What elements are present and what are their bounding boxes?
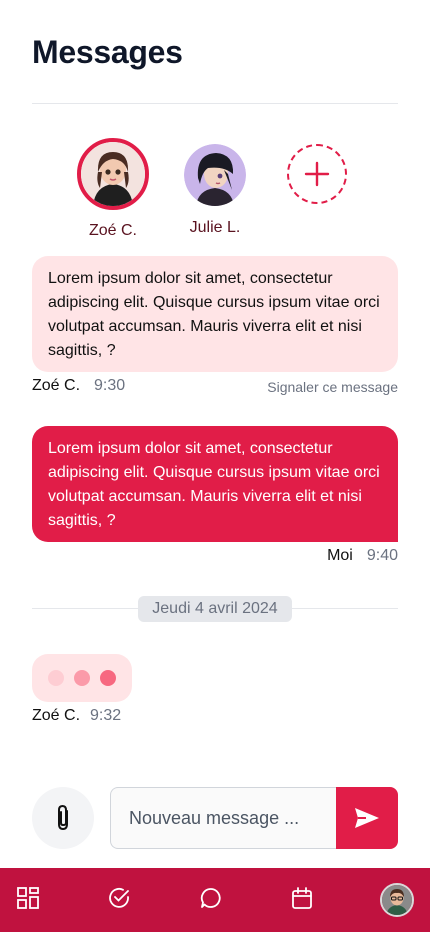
typing-indicator xyxy=(32,654,132,702)
contact-julie[interactable]: Julie L. xyxy=(170,140,260,237)
calendar-icon[interactable] xyxy=(290,886,314,910)
typing-time: 9:32 xyxy=(90,707,122,724)
message-author: Moi xyxy=(327,547,353,564)
contact-zoe[interactable]: Zoé C. xyxy=(68,138,158,240)
message-meta: Zoé C. 9:30 xyxy=(32,377,125,395)
send-button[interactable] xyxy=(336,787,398,849)
typing-dot xyxy=(100,670,116,686)
paperclip-icon xyxy=(58,804,68,831)
contact-name: Julie L. xyxy=(189,219,241,236)
page-title: Messages xyxy=(32,34,183,70)
title-divider xyxy=(32,103,398,104)
contact-name: Zoé C. xyxy=(88,222,137,239)
avatar xyxy=(77,138,149,210)
typing-dot xyxy=(48,670,64,686)
profile-avatar[interactable] xyxy=(380,883,414,917)
message-time: 9:30 xyxy=(94,377,126,394)
typing-author: Zoé C. xyxy=(32,707,81,724)
message-time: 9:40 xyxy=(366,547,398,564)
chat-bubble-icon[interactable] xyxy=(199,886,223,910)
send-icon xyxy=(355,808,379,828)
plus-icon xyxy=(287,144,347,204)
message-meta: Moi 9:40 xyxy=(327,547,398,565)
dashboard-icon[interactable] xyxy=(16,886,40,910)
typing-dot xyxy=(74,670,90,686)
add-contact-button[interactable] xyxy=(272,144,362,204)
report-message-link[interactable]: Signaler ce message xyxy=(267,379,398,395)
check-circle-icon[interactable] xyxy=(107,886,131,910)
avatar xyxy=(184,144,246,206)
message-author: Zoé C. xyxy=(32,377,81,394)
typing-meta: Zoé C. 9:32 xyxy=(32,707,121,725)
attach-button[interactable] xyxy=(32,787,94,849)
date-separator: Jeudi 4 avril 2024 xyxy=(138,596,292,622)
message-bubble-outgoing[interactable]: Lorem ipsum dolor sit amet, consectetur … xyxy=(32,426,398,542)
message-input[interactable] xyxy=(110,787,338,849)
bottom-navigation xyxy=(0,868,430,932)
message-bubble-incoming[interactable]: Lorem ipsum dolor sit amet, consectetur … xyxy=(32,256,398,372)
